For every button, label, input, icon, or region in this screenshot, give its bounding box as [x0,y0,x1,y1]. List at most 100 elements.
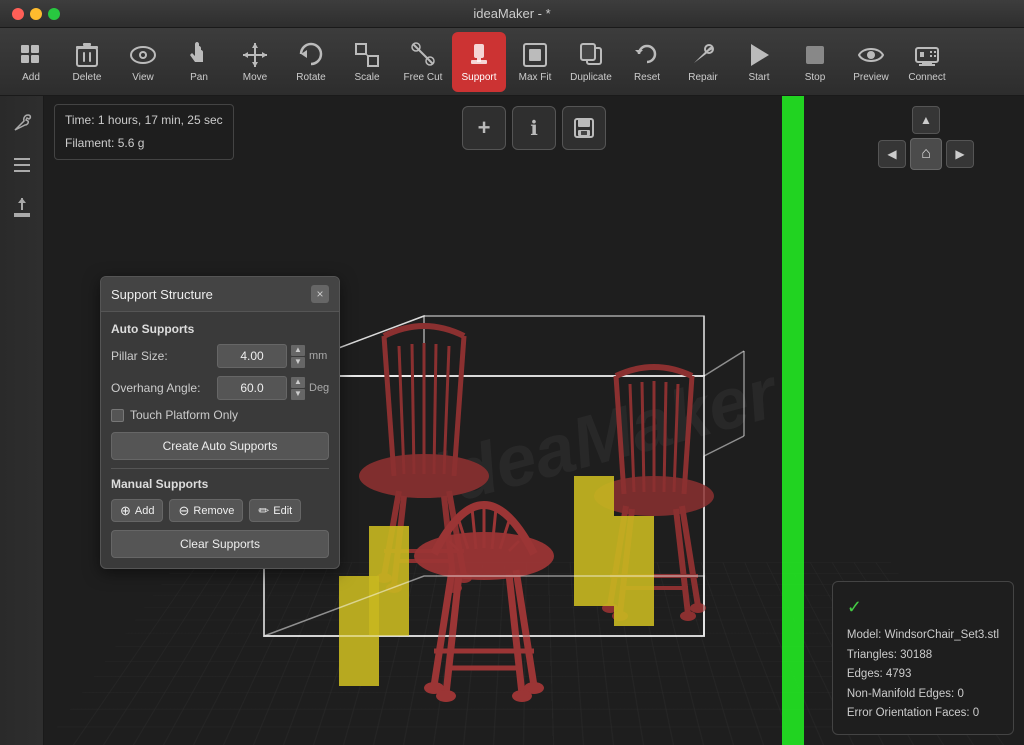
tool-reset-label: Reset [634,72,660,83]
tool-reset[interactable]: Reset [620,32,674,92]
manual-remove-icon: ⊖ [178,504,189,517]
sidebar-icon-upload[interactable] [7,192,37,222]
move-icon [241,41,269,69]
tool-pan-label: Pan [190,72,208,83]
tool-stop[interactable]: Stop [788,32,842,92]
maximize-button[interactable] [48,8,60,20]
overhang-angle-input[interactable] [217,376,287,400]
support-panel: Support Structure × Auto Supports Pillar… [100,276,340,569]
manual-edit-button[interactable]: ✏ Edit [249,499,301,522]
nav-right-icon: ▶ [955,147,964,161]
viewport-add-button[interactable]: + [462,106,506,150]
panel-close-button[interactable]: × [311,285,329,303]
touch-platform-checkbox[interactable] [111,409,124,422]
tool-connect-label: Connect [908,72,945,83]
reset-icon [633,41,661,69]
manual-remove-button[interactable]: ⊖ Remove [169,499,243,522]
viewport-info-icon: ℹ [530,116,538,141]
nav-arrows: ▲ ◀ ⌂ ▶ [878,106,974,170]
tool-preview-label: Preview [853,72,889,83]
pillar-size-input[interactable] [217,344,287,368]
tool-duplicate-label: Duplicate [570,72,612,83]
tool-start[interactable]: Start [732,32,786,92]
tool-repair[interactable]: Repair [676,32,730,92]
minimize-button[interactable] [30,8,42,20]
manual-add-icon: ⊕ [120,504,131,517]
time-label: Time: [65,113,95,127]
max-fit-icon [521,41,549,69]
clear-supports-button[interactable]: Clear Supports [111,530,329,558]
traffic-lights[interactable] [12,8,60,20]
nav-left-icon: ◀ [887,147,896,161]
tool-max-fit-label: Max Fit [519,72,552,83]
nav-left-button[interactable]: ◀ [878,140,906,168]
viewport-save-button[interactable] [562,106,606,150]
manual-add-button[interactable]: ⊕ Add [111,499,163,522]
error-row: Error Orientation Faces: 0 [847,704,999,724]
filament-value: 5.6 g [118,136,145,150]
viewport[interactable]: ideaMaker [44,96,1024,745]
title-bar: ideaMaker - * [0,0,1024,28]
manual-supports-buttons: ⊕ Add ⊖ Remove ✏ Edit [111,499,329,522]
nav-home-icon: ⌂ [921,145,931,163]
window-title: ideaMaker - * [473,6,550,21]
error-value: 0 [973,707,979,719]
tool-view[interactable]: View [116,32,170,92]
tool-add-label: Add [22,72,40,83]
edges-value: 4793 [886,668,912,680]
tool-max-fit[interactable]: Max Fit [508,32,562,92]
tool-move-label: Move [243,72,267,83]
non-manifold-row: Non-Manifold Edges: 0 [847,685,999,705]
left-sidebar [0,96,44,745]
nav-right-button[interactable]: ▶ [946,140,974,168]
toolbar: Add Delete View [0,28,1024,96]
tool-add[interactable]: Add [4,32,58,92]
model-info-box: ✓ Model: WindsorChair_Set3.stl Triangles… [832,581,1014,735]
close-button[interactable] [12,8,24,20]
support-pillar-3 [574,476,614,606]
tool-pan[interactable]: Pan [172,32,226,92]
tool-rotate-label: Rotate [296,72,325,83]
tool-connect[interactable]: Connect [900,32,954,92]
nav-home-button[interactable]: ⌂ [910,138,942,170]
overhang-angle-unit: Deg [309,382,329,394]
triangles-label: Triangles: [847,649,897,661]
overhang-angle-up[interactable]: ▲ [291,377,305,388]
tool-move[interactable]: Move [228,32,282,92]
pillar-size-down[interactable]: ▼ [291,357,305,368]
overhang-angle-down[interactable]: ▼ [291,389,305,400]
sidebar-icon-wrench[interactable] [7,108,37,138]
stop-icon [801,41,829,69]
tool-rotate[interactable]: Rotate [284,32,338,92]
viewport-info-button[interactable]: ℹ [512,106,556,150]
tool-duplicate[interactable]: Duplicate [564,32,618,92]
manual-supports-label: Manual Supports [111,477,329,491]
info-box: Time: 1 hours, 17 min, 25 sec Filament: … [54,104,234,160]
tool-free-cut[interactable]: Free Cut [396,32,450,92]
viewport-add-icon: + [478,115,491,141]
tool-stop-label: Stop [805,72,826,83]
tool-scale[interactable]: Scale [340,32,394,92]
time-value: 1 hours, 17 min, 25 sec [98,113,223,127]
model-name-row: Model: WindsorChair_Set3.stl [847,626,999,646]
rotate-icon [297,41,325,69]
tool-free-cut-label: Free Cut [404,72,443,83]
delete-icon [73,41,101,69]
model-name: WindsorChair_Set3.stl [885,629,999,641]
preview-icon [857,41,885,69]
overhang-angle-input-wrap: ▲ ▼ Deg [217,376,329,400]
pillar-size-up[interactable]: ▲ [291,345,305,356]
panel-title: Support Structure [111,287,213,302]
pillar-size-spinners: ▲ ▼ [291,345,305,368]
tool-preview[interactable]: Preview [844,32,898,92]
nav-up-button[interactable]: ▲ [912,106,940,134]
non-manifold-value: 0 [957,688,963,700]
tool-delete[interactable]: Delete [60,32,114,92]
tool-support[interactable]: Support [452,32,506,92]
save-icon [573,117,595,139]
scale-icon [353,41,381,69]
triangles-value: 30188 [900,649,932,661]
create-auto-supports-button[interactable]: Create Auto Supports [111,432,329,460]
pan-icon [185,41,213,69]
sidebar-icon-list[interactable] [7,150,37,180]
